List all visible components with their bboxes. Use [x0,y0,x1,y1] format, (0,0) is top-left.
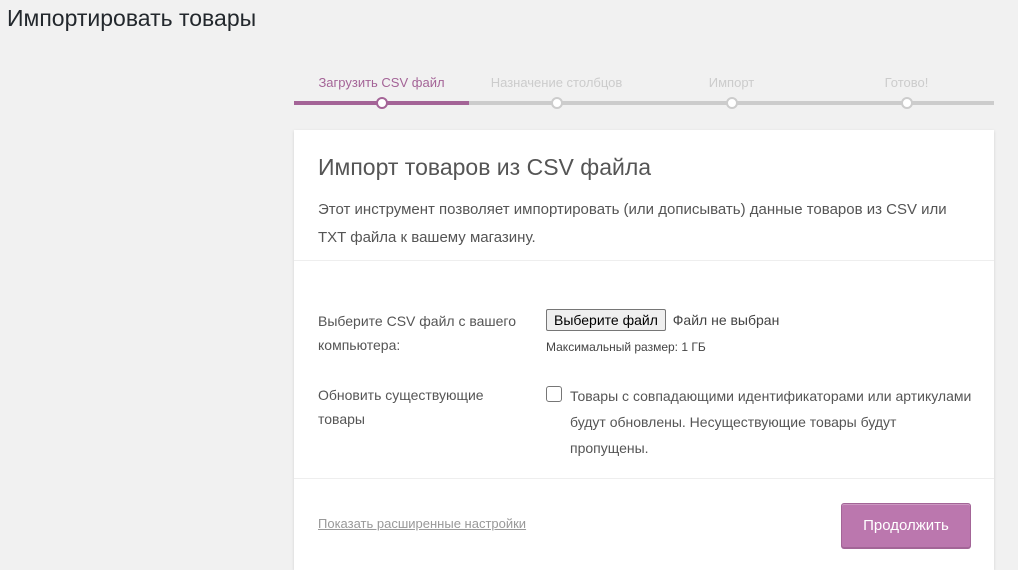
step-done: Готово! [819,74,994,110]
update-existing-checkbox[interactable] [546,386,562,402]
step-label: Импорт [708,75,755,90]
continue-button[interactable]: Продолжить [841,503,971,548]
card-header: Импорт товаров из CSV файла Этот инструм… [294,130,994,261]
step-dot [550,97,563,109]
step-dot [725,97,738,109]
update-existing-label: Обновить существующие товары [318,387,484,427]
file-upload-label: Выберите CSV файл с вашего компьютера: [318,313,517,353]
step-dot [900,97,913,109]
step-label: Назначение столбцов [490,75,623,90]
max-size-note: Максимальный размер: 1 ГБ [546,340,706,354]
divider [294,478,994,479]
file-upload-field: Выберите файл Файл не выбран Максимальны… [546,309,976,354]
step-mapping: Назначение столбцов [469,74,644,110]
update-existing-field: Товары с совпадающими идентификаторами и… [546,383,976,461]
file-status: Файл не выбран [672,312,780,328]
step-dot [375,97,388,109]
import-steps: Загрузить CSV файл Назначение столбцов И… [294,74,994,110]
update-existing-description: Товары с совпадающими идентификаторами и… [570,388,972,456]
step-label: Готово! [884,75,929,90]
show-advanced-options-link[interactable]: Показать расширенные настройки [318,516,526,531]
import-card: Импорт товаров из CSV файла Этот инструм… [294,130,994,570]
card-title: Импорт товаров из CSV файла [318,154,652,180]
step-import: Импорт [644,74,819,110]
step-label: Загрузить CSV файл [318,75,445,90]
choose-file-button[interactable]: Выберите файл [546,309,666,331]
card-description: Этот инструмент позволяет импортировать … [318,201,947,246]
step-upload: Загрузить CSV файл [294,74,469,110]
page-title: Импортировать товары [7,5,257,31]
